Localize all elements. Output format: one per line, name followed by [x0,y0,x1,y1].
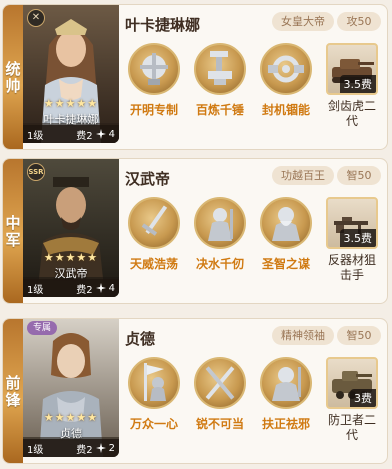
portrait-footer: 1级 费2 4 [23,279,119,297]
hero-portrait[interactable]: ✕ ★★★★★ 叶卡捷琳娜 1级 费2 4 [23,5,119,143]
hero-title-badge: 精神领袖 [272,326,334,345]
hero-name: 贞德 [125,330,156,348]
heroine-icon [260,357,312,409]
tactic-fee: 3.5费 [339,229,376,247]
globe-helmet-icon [128,43,180,95]
gear-lock-icon [260,43,312,95]
hero-card-3[interactable]: 前锋 专属 ★★★★★ 贞德 1级 费2 2 贞德 精神领袖 智50 万众一心 … [2,318,388,464]
star-rating: ★★★★★ [43,411,99,424]
star-rating: ★★★★★ [43,251,99,264]
skill-label: 决水千仞 [195,257,244,271]
troop-count: 4 [108,282,115,294]
skill-label: 开明专制 [129,103,178,117]
stat-badge: 智50 [337,166,381,185]
hero-card-2[interactable]: 中军 SSR ★★★★★ 汉武帝 1级 费2 4 汉武帝 功越百王 智50 天威… [2,158,388,304]
anvil-icon [194,43,246,95]
seal-icon: SSR [27,163,45,181]
skill-slot-3[interactable]: 封机锢能 [255,43,317,118]
skill-slot-1[interactable]: 开明专制 [123,43,185,118]
role-label: 前锋 [3,319,23,463]
hero-title-badge: 女皇大帝 [272,12,334,31]
troop-count: 4 [108,128,115,140]
troop-icon [95,283,106,293]
hero-portrait[interactable]: 专属 ★★★★★ 贞德 1级 费2 2 [23,319,119,457]
tactic-name: 防卫者二代 [327,413,376,442]
role-label: 中军 [3,159,23,303]
tactic-slot[interactable]: 3.5费 剑齿虎二代 [323,43,381,129]
skill-slot-2[interactable]: 决水千仞 [189,197,251,272]
portrait-footer: 1级 费2 2 [23,439,119,457]
cost-label: 费2 [76,444,93,456]
skill-label: 扶正祛邪 [261,417,310,431]
cost-label: 费2 [76,284,93,296]
stat-badge: 攻50 [337,12,381,31]
hero-card-1[interactable]: 统帅 ✕ ★★★★★ 叶卡捷琳娜 1级 费2 4 叶卡捷琳娜 女皇大帝 攻50 … [2,4,388,150]
level-label: 1级 [27,444,44,456]
skill-slot-3[interactable]: 圣智之谋 [255,197,317,272]
star-rating: ★★★★★ [43,97,99,110]
cost-group: 费2 2 [76,441,115,456]
cost-group: 费2 4 [76,281,115,296]
skill-label: 万众一心 [129,417,178,431]
level-label: 1级 [27,284,44,296]
warrior-icon [194,197,246,249]
skill-slot-2[interactable]: 百炼千锤 [189,43,251,118]
skill-slot-1[interactable]: 天威浩荡 [123,197,185,272]
hero-title-badge: 功越百王 [272,166,334,185]
armored-vehicle-icon: 3费 [326,357,378,409]
troop-count: 2 [108,442,115,454]
skill-label: 锐不可当 [195,417,244,431]
skill-slot-1[interactable]: 万众一心 [123,357,185,432]
tank-icon: 3.5费 [326,43,378,95]
hero-name: 汉武帝 [125,170,171,188]
tactic-name: 反器材狙击手 [327,253,376,282]
tactic-name: 剑齿虎二代 [327,99,376,128]
troop-icon [95,443,106,453]
cost-label: 费2 [76,130,93,142]
stat-badge: 智50 [337,326,381,345]
sage-icon [260,197,312,249]
portrait-footer: 1级 费2 4 [23,125,119,143]
banner-warrior-icon [128,357,180,409]
tactic-slot[interactable]: 3.5费 反器材狙击手 [323,197,381,283]
skill-slot-3[interactable]: 扶正祛邪 [255,357,317,432]
close-icon[interactable]: ✕ [27,9,45,27]
troop-icon [95,129,106,139]
hero-name: 叶卡捷琳娜 [125,16,201,34]
tactic-fee: 3.5费 [339,75,376,93]
skill-slot-2[interactable]: 锐不可当 [189,357,251,432]
level-label: 1级 [27,130,44,142]
skill-label: 百炼千锤 [195,103,244,117]
exclusive-tag: 专属 [27,321,58,335]
cost-group: 费2 4 [76,127,115,142]
tactic-fee: 3费 [350,389,376,407]
skill-label: 封机锢能 [261,103,310,117]
skill-label: 天威浩荡 [129,257,178,271]
skill-label: 圣智之谋 [261,257,310,271]
sniper-icon: 3.5费 [326,197,378,249]
hero-portrait[interactable]: SSR ★★★★★ 汉武帝 1级 费2 4 [23,159,119,297]
crossed-swords-icon [194,357,246,409]
role-label: 统帅 [3,5,23,149]
sword-icon [128,197,180,249]
tactic-slot[interactable]: 3费 防卫者二代 [323,357,381,443]
